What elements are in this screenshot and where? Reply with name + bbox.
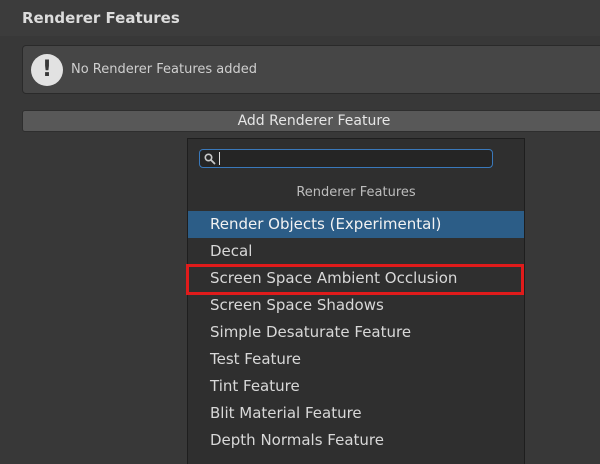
menu-item-simple-desaturate-feature[interactable]: Simple Desaturate Feature xyxy=(188,319,524,346)
helpbox-message: No Renderer Features added xyxy=(71,62,258,77)
renderer-feature-dropdown: Renderer Features Render Objects (Experi… xyxy=(187,138,525,464)
menu-item-screen-space-shadows[interactable]: Screen Space Shadows xyxy=(188,292,524,319)
feature-list: Render Objects (Experimental) Decal Scre… xyxy=(188,211,524,454)
warning-icon: ! xyxy=(31,54,63,86)
add-renderer-feature-label: Add Renderer Feature xyxy=(237,113,391,129)
menu-item-decal[interactable]: Decal xyxy=(188,238,524,265)
add-renderer-feature-button[interactable]: Add Renderer Feature xyxy=(22,110,600,132)
search-input[interactable] xyxy=(218,150,488,167)
search-field[interactable] xyxy=(199,149,493,168)
dropdown-header: Renderer Features xyxy=(296,185,416,200)
search-icon xyxy=(204,153,216,165)
no-features-helpbox: ! No Renderer Features added xyxy=(22,45,600,94)
menu-item-tint-feature[interactable]: Tint Feature xyxy=(188,373,524,400)
text-caret xyxy=(219,152,220,165)
menu-item-test-feature[interactable]: Test Feature xyxy=(188,346,524,373)
section-title: Renderer Features xyxy=(22,9,180,27)
warning-icon-glyph: ! xyxy=(41,57,53,82)
menu-item-depth-normals-feature[interactable]: Depth Normals Feature xyxy=(188,427,524,454)
menu-item-blit-material-feature[interactable]: Blit Material Feature xyxy=(188,400,524,427)
menu-item-render-objects[interactable]: Render Objects (Experimental) xyxy=(188,211,524,238)
menu-item-screen-space-ambient-occlusion[interactable]: Screen Space Ambient Occlusion xyxy=(188,265,524,292)
